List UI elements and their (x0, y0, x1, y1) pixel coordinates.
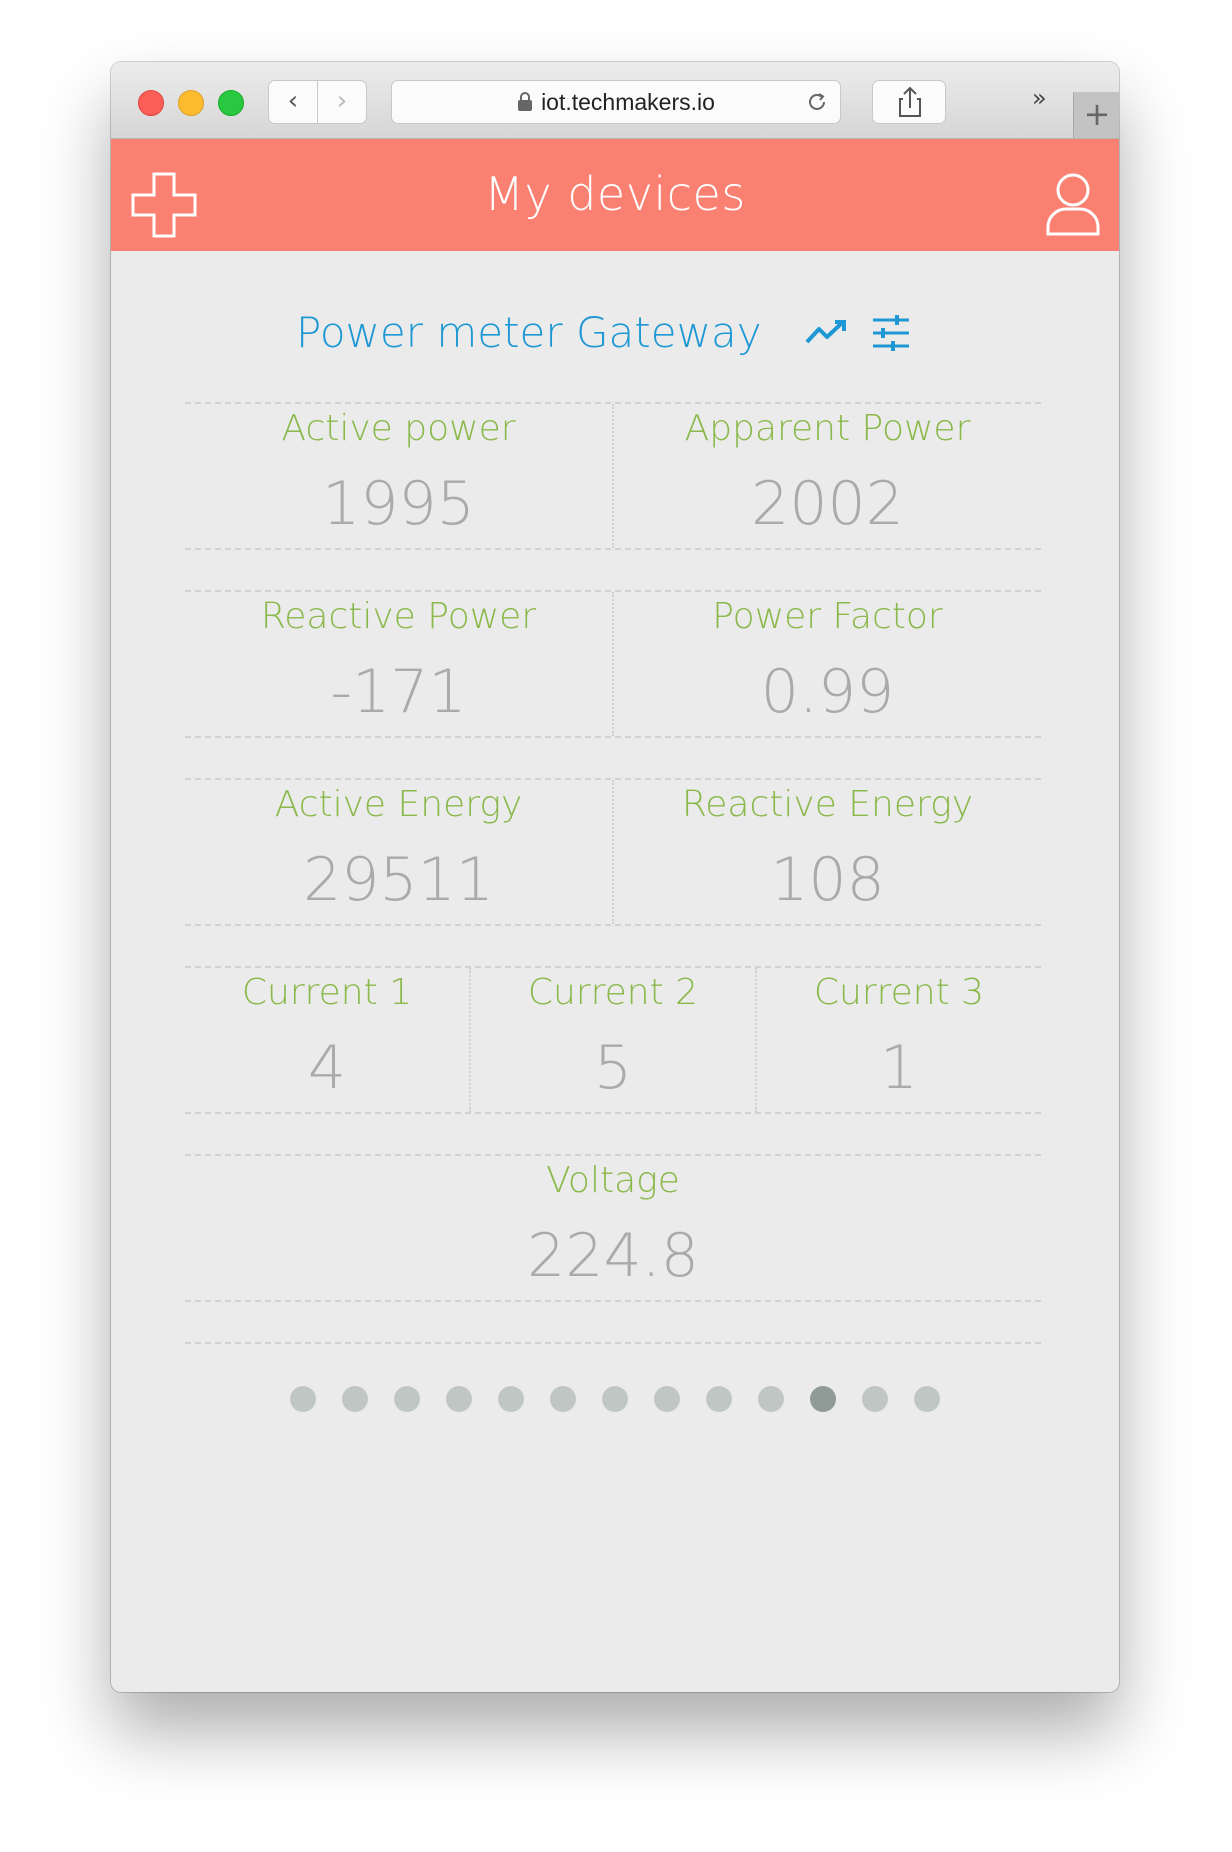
reload-icon[interactable] (806, 91, 828, 113)
device-settings-icon[interactable] (871, 314, 911, 352)
page-dot[interactable] (290, 1386, 316, 1412)
page-dot[interactable] (498, 1386, 524, 1412)
page-title: My devices (484, 167, 746, 221)
metrics-row: Voltage 224.8 (185, 1154, 1041, 1302)
page-dot[interactable] (394, 1386, 420, 1412)
metric-label: Apparent Power (684, 408, 971, 449)
app-header: My devices (111, 139, 1119, 251)
metric-value: 29511 (303, 845, 494, 915)
address-bar[interactable]: iot.techmakers.io (391, 80, 841, 124)
share-button[interactable] (872, 80, 946, 124)
metric-power-factor: Power Factor 0.99 (612, 592, 1041, 736)
page-dot[interactable] (446, 1386, 472, 1412)
metric-value: -171 (330, 657, 467, 727)
trend-chart-icon[interactable] (805, 320, 847, 346)
metric-value: 1 (879, 1033, 919, 1103)
back-button[interactable]: ‹ (268, 80, 318, 124)
chevron-left-icon: ‹ (287, 86, 299, 116)
metric-label: Current 2 (527, 972, 699, 1013)
metric-current-2: Current 2 5 (469, 968, 755, 1112)
browser-titlebar: ‹ › iot.techmakers.io » + (111, 62, 1119, 139)
metric-label: Current 3 (813, 972, 985, 1013)
metric-label: Reactive Energy (681, 784, 974, 825)
metric-current-1: Current 1 4 (185, 968, 469, 1112)
page-dot[interactable] (862, 1386, 888, 1412)
metrics-row: Active Energy 29511 Reactive Energy 108 (185, 778, 1041, 926)
metric-active-energy: Active Energy 29511 (185, 780, 612, 924)
forward-button[interactable]: › (317, 80, 367, 124)
metrics-row: Reactive Power -171 Power Factor 0.99 (185, 590, 1041, 738)
metric-active-power: Active power 1995 (185, 404, 612, 548)
metric-reactive-power: Reactive Power -171 (185, 592, 612, 736)
close-window-button[interactable] (138, 90, 164, 116)
chevron-right-icon: › (336, 86, 348, 116)
metric-current-3: Current 3 1 (755, 968, 1041, 1112)
metric-label: Voltage (546, 1160, 680, 1201)
device-name[interactable]: Power meter Gateway (296, 308, 762, 357)
metric-value: 2002 (751, 469, 904, 539)
new-tab-button[interactable]: + (1073, 92, 1119, 138)
metric-value: 5 (593, 1033, 633, 1103)
zoom-window-button[interactable] (218, 90, 244, 116)
metrics-row: Current 1 4 Current 2 5 Current 3 1 (185, 966, 1041, 1114)
metric-reactive-energy: Reactive Energy 108 (612, 780, 1041, 924)
metric-label: Active Energy (274, 784, 523, 825)
metric-apparent-power: Apparent Power 2002 (612, 404, 1041, 548)
metric-value: 4 (307, 1033, 347, 1103)
share-icon (899, 86, 921, 117)
metric-value: 1995 (322, 469, 475, 539)
metrics-row-partial (185, 1342, 1041, 1352)
metric-label: Power Factor (712, 596, 943, 637)
metrics-row: Active power 1995 Apparent Power 2002 (185, 402, 1041, 550)
page-dot[interactable] (706, 1386, 732, 1412)
url-text: iot.techmakers.io (541, 88, 715, 115)
metric-label: Reactive Power (260, 596, 537, 637)
metric-value: 0.99 (760, 657, 895, 727)
page-dot[interactable] (342, 1386, 368, 1412)
minimize-window-button[interactable] (178, 90, 204, 116)
page-dot[interactable] (758, 1386, 784, 1412)
metric-voltage: Voltage 224.8 (185, 1156, 1041, 1300)
browser-window: ‹ › iot.techmakers.io » + My devices Pow… (111, 62, 1119, 1692)
page-dot[interactable] (602, 1386, 628, 1412)
metric-label: Active power (281, 408, 516, 449)
metric-value: 108 (770, 845, 885, 915)
device-header: Power meter Gateway (111, 292, 1119, 357)
more-tabs-icon[interactable]: » (1032, 84, 1046, 112)
page-dot[interactable] (654, 1386, 680, 1412)
page-indicator (111, 1386, 1119, 1412)
user-profile-icon[interactable] (1045, 172, 1101, 236)
page-dot[interactable] (810, 1386, 836, 1412)
page-dot[interactable] (550, 1386, 576, 1412)
metric-label: Current 1 (241, 972, 413, 1013)
lock-icon (518, 92, 533, 111)
page-dot[interactable] (914, 1386, 940, 1412)
metric-value: 224.8 (527, 1221, 699, 1291)
